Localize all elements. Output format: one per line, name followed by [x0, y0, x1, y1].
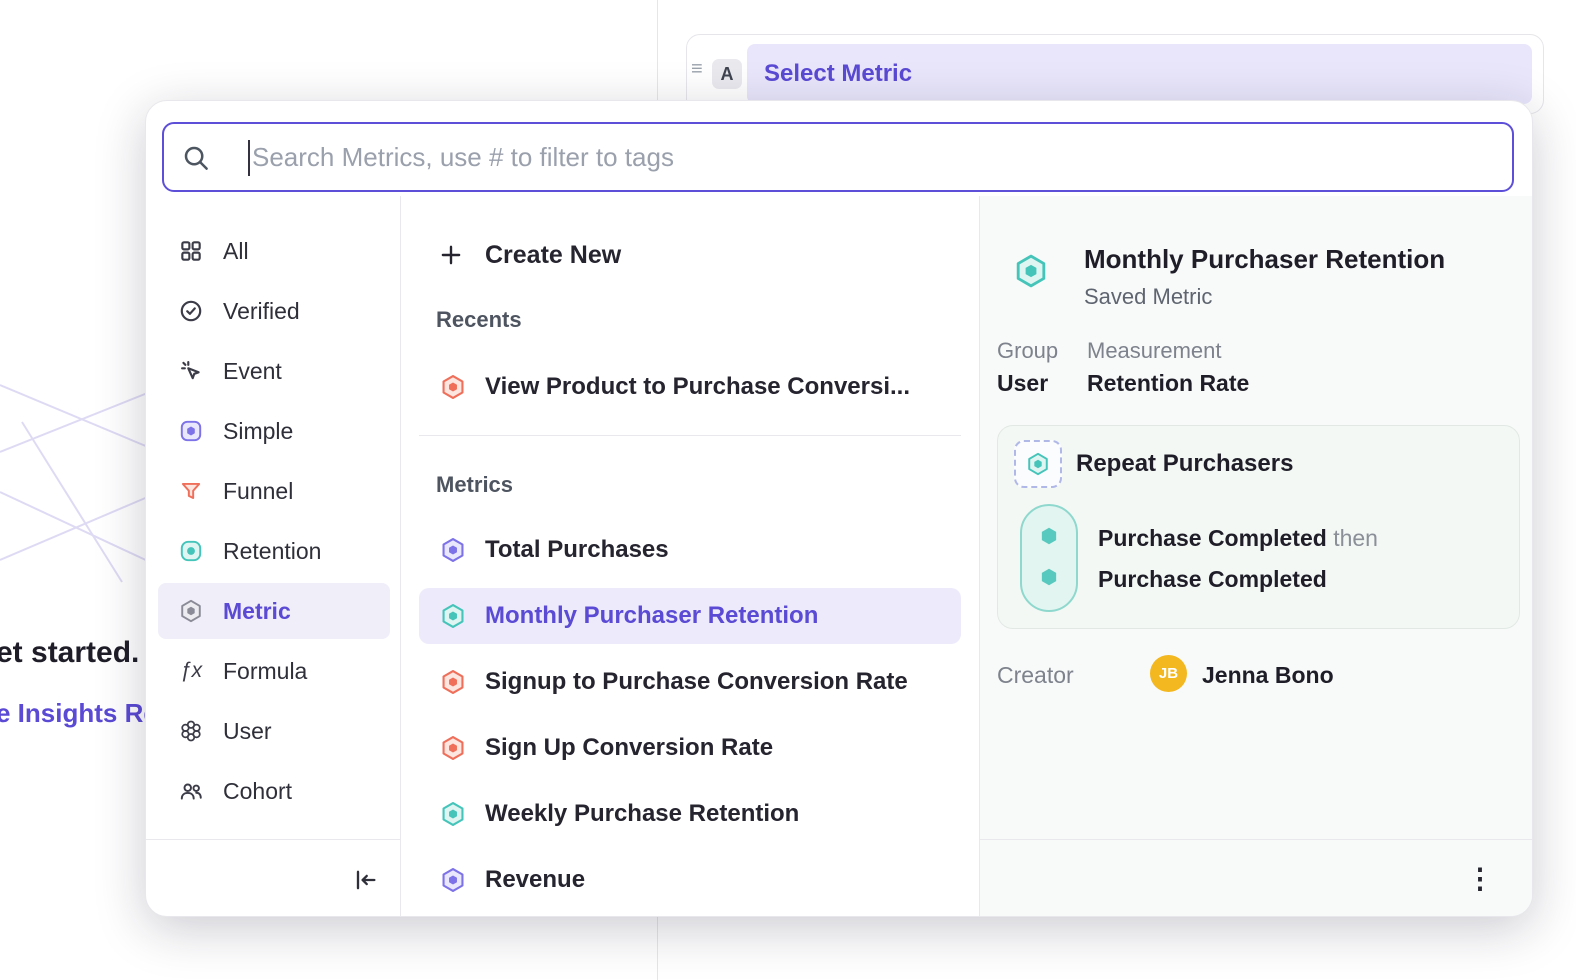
- verified-icon: [178, 298, 204, 324]
- sidebar-item-label: Cohort: [223, 778, 292, 805]
- collapse-icon: [351, 866, 379, 894]
- group-label: Group: [997, 338, 1058, 364]
- step-hexagon-icon: [1038, 566, 1060, 588]
- metric-icon: [178, 598, 204, 624]
- metric-list: Create New Recents View Product to Purch…: [401, 196, 979, 917]
- sidebar-footer: [146, 839, 401, 917]
- cohort-icon: [178, 778, 204, 804]
- metric-item-label: Monthly Purchaser Retention: [485, 602, 818, 630]
- metric-list-item[interactable]: Weekly Purchase Retention: [419, 786, 961, 842]
- metric-list-item-selected[interactable]: Monthly Purchaser Retention: [419, 588, 961, 644]
- screen: et started. e Insights Re ≡ A Select Met…: [0, 0, 1576, 980]
- metric-item-label: Weekly Purchase Retention: [485, 800, 799, 828]
- metric-list-item[interactable]: Total Purchases: [419, 522, 961, 578]
- background-insights-link-fragment[interactable]: e Insights Re: [0, 698, 158, 729]
- drag-handle-icon[interactable]: ≡: [691, 59, 703, 79]
- retention-icon: [178, 538, 204, 564]
- user-icon: [178, 718, 204, 744]
- creator-label: Creator: [997, 662, 1074, 689]
- funnel-steps-pill: [1020, 504, 1078, 612]
- metric-item-label: Revenue: [485, 866, 585, 894]
- sidebar-item-label: Funnel: [223, 478, 293, 505]
- metric-list-item[interactable]: Signup to Purchase Conversion Rate: [419, 654, 961, 710]
- sidebar-item-label: Retention: [223, 538, 321, 565]
- search-icon: [181, 143, 211, 173]
- sidebar-item-label: User: [223, 718, 272, 745]
- sidebar-item-label: Simple: [223, 418, 293, 445]
- plus-icon: [438, 242, 464, 268]
- step-1-text: Purchase Completed then: [1098, 525, 1378, 552]
- definition-card: Repeat Purchasers Purchase Completed the…: [997, 425, 1520, 629]
- metric-list-item[interactable]: Sign Up Conversion Rate: [419, 720, 961, 776]
- select-metric-field[interactable]: Select Metric: [747, 44, 1532, 104]
- search-input[interactable]: [252, 124, 1500, 190]
- event-type-badge[interactable]: A: [712, 59, 742, 89]
- retention-metric-icon: [439, 602, 467, 630]
- step-1-event: Purchase Completed: [1098, 525, 1327, 551]
- creator-avatar: JB: [1150, 655, 1187, 692]
- recent-item-label: View Product to Purchase Conversi...: [485, 373, 910, 401]
- sidebar-item-all[interactable]: All: [158, 223, 390, 279]
- metric-item-label: Signup to Purchase Conversion Rate: [485, 668, 908, 696]
- sidebar-item-label: Formula: [223, 658, 307, 685]
- sidebar-item-retention[interactable]: Retention: [158, 523, 390, 579]
- metric-list-item[interactable]: Revenue: [419, 852, 961, 908]
- sidebar-item-funnel[interactable]: Funnel: [158, 463, 390, 519]
- step-2-text: Purchase Completed: [1098, 566, 1327, 593]
- metric-search-modal: All Verified Event Sim: [145, 100, 1533, 917]
- metric-detail-panel: Monthly Purchaser Retention Saved Metric…: [979, 196, 1533, 917]
- creator-name: Jenna Bono: [1202, 662, 1334, 689]
- event-icon: [178, 358, 204, 384]
- retention-metric-icon: [439, 800, 467, 828]
- sidebar-item-metric[interactable]: Metric: [158, 583, 390, 639]
- simple-metric-icon: [439, 866, 467, 894]
- section-title-metrics: Metrics: [436, 473, 979, 497]
- collapse-sidebar-button[interactable]: [351, 866, 379, 894]
- dashed-metric-icon: [1014, 440, 1062, 488]
- metric-detail-icon: [1012, 252, 1050, 290]
- funnel-metric-icon: [439, 668, 467, 696]
- background-heading-fragment: et started.: [0, 636, 139, 670]
- recent-item[interactable]: View Product to Purchase Conversi...: [419, 359, 961, 415]
- search-bar: [162, 122, 1514, 192]
- funnel-metric-icon: [439, 373, 467, 401]
- sidebar-item-event[interactable]: Event: [158, 343, 390, 399]
- sidebar-item-label: Verified: [223, 298, 300, 325]
- text-caret: [248, 140, 250, 176]
- sidebar-item-label: Event: [223, 358, 282, 385]
- detail-footer: ⋮: [980, 839, 1533, 917]
- measurement-label: Measurement: [1087, 338, 1222, 364]
- step-connector: then: [1333, 525, 1378, 551]
- create-new-label: Create New: [485, 241, 621, 270]
- funnel-icon: [178, 478, 204, 504]
- detail-title: Monthly Purchaser Retention: [1084, 244, 1445, 275]
- sidebar-item-formula[interactable]: ƒx Formula: [158, 643, 390, 699]
- sidebar-item-simple[interactable]: Simple: [158, 403, 390, 459]
- detail-subtitle: Saved Metric: [1084, 284, 1212, 310]
- select-metric-label: Select Metric: [764, 60, 912, 88]
- filter-sidebar: All Verified Event Sim: [146, 196, 401, 917]
- formula-icon: ƒx: [178, 659, 204, 683]
- sidebar-item-user[interactable]: User: [158, 703, 390, 759]
- measurement-value: Retention Rate: [1087, 370, 1249, 397]
- hexagon-icon: [1025, 451, 1051, 477]
- group-value: User: [997, 370, 1048, 397]
- create-new-button[interactable]: Create New: [401, 227, 961, 283]
- list-divider: [419, 435, 961, 436]
- sidebar-item-label: All: [223, 238, 249, 265]
- simple-metric-icon: [439, 536, 467, 564]
- metric-item-label: Sign Up Conversion Rate: [485, 734, 773, 762]
- definition-title: Repeat Purchasers: [1076, 450, 1293, 478]
- section-title-recents: Recents: [436, 308, 979, 332]
- sidebar-item-cohort[interactable]: Cohort: [158, 763, 390, 819]
- sidebar-item-label: Metric: [223, 598, 291, 625]
- metric-item-label: Total Purchases: [485, 536, 669, 564]
- kebab-menu-button[interactable]: ⋮: [1466, 862, 1494, 896]
- sidebar-item-verified[interactable]: Verified: [158, 283, 390, 339]
- funnel-metric-icon: [439, 734, 467, 762]
- simple-icon: [178, 418, 204, 444]
- step-2-event: Purchase Completed: [1098, 566, 1327, 592]
- grid-icon: [178, 238, 204, 264]
- step-hexagon-icon: [1038, 525, 1060, 547]
